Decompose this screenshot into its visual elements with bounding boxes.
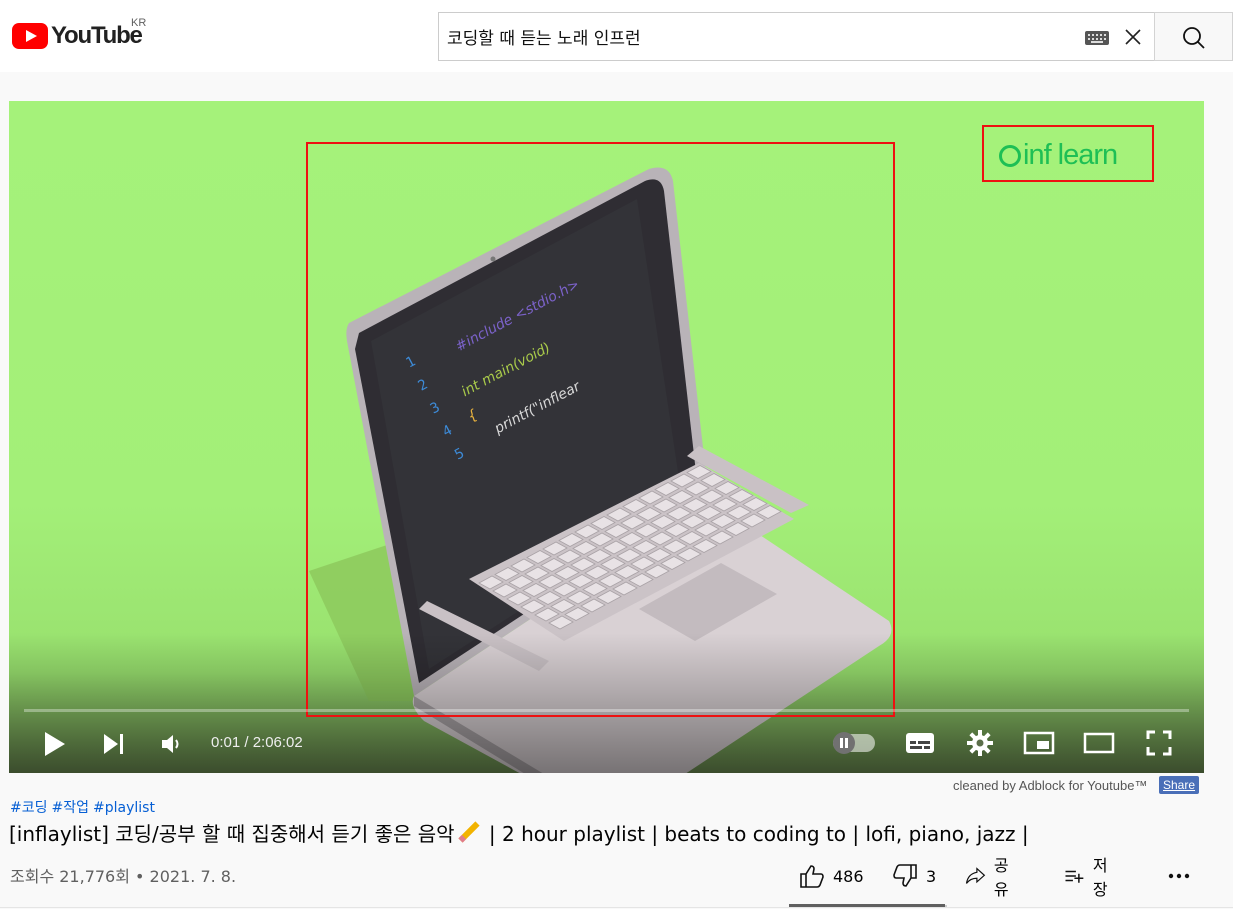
view-count-date: 조회수 21,776회 • 2021. 7. 8. [10, 867, 237, 886]
dislike-button[interactable]: 3 [892, 858, 936, 894]
theater-mode-icon[interactable] [1083, 732, 1115, 754]
save-button[interactable]: 저장 [1064, 856, 1115, 899]
youtube-logo[interactable]: YouTube [12, 22, 143, 50]
more-dots-icon [1168, 873, 1190, 879]
player-controls: 0:01 / 2:06:02 [9, 717, 1204, 769]
keyboard-icon[interactable] [1085, 31, 1109, 45]
divider [0, 907, 1233, 908]
video-title-part2: | 2 hour playlist | beats to coding to |… [482, 822, 1029, 846]
like-button[interactable]: 486 [799, 858, 864, 894]
hashtag-link[interactable]: #작업 [52, 800, 90, 816]
play-icon[interactable] [43, 731, 67, 757]
annotation-box-laptop [306, 142, 895, 717]
dislike-count: 3 [926, 866, 937, 886]
share-arrow-icon [965, 867, 986, 884]
search-input[interactable] [447, 13, 1067, 60]
autoplay-toggle[interactable] [833, 732, 875, 754]
search-button[interactable] [1154, 12, 1233, 61]
adblock-share-link[interactable]: Share [1159, 776, 1200, 794]
masthead: YouTube KR [0, 0, 1233, 72]
playlist-add-icon [1065, 870, 1084, 883]
share-button[interactable]: 공유 [965, 856, 1016, 899]
logo-text: YouTube [51, 22, 143, 49]
progress-bar[interactable] [24, 709, 1189, 712]
time-display: 0:01 / 2:06:02 [211, 734, 303, 751]
share-label: 공유 [993, 856, 1009, 899]
like-count: 486 [833, 866, 864, 886]
video-title-part1: [inflaylist] 코딩/공부 할 때 집중해서 듣기 좋은 음악 [9, 822, 455, 846]
clear-icon[interactable] [1121, 25, 1145, 49]
hashtags: #코딩 #작업 #playlist [10, 797, 159, 817]
thumbs-up-icon [800, 865, 824, 888]
annotation-box-logo [982, 125, 1154, 182]
subtitles-icon[interactable] [905, 731, 935, 755]
video-player[interactable]: 1 2 3 4 5 #include <stdio.h> int main(vo… [9, 101, 1204, 773]
volume-icon[interactable] [161, 733, 185, 755]
hashtag-link[interactable]: #코딩 [10, 800, 48, 816]
autoplay-pause-icon [833, 732, 855, 754]
miniplayer-icon[interactable] [1023, 731, 1055, 755]
more-actions-button[interactable] [1167, 858, 1191, 894]
thumbs-down-icon [893, 864, 917, 887]
video-title: [inflaylist] 코딩/공부 할 때 집중해서 듣기 좋은 음악 | 2… [9, 818, 1029, 847]
adblock-note: cleaned by Adblock for Youtube™ [953, 778, 1148, 793]
next-icon[interactable] [103, 733, 127, 755]
search-icon [1183, 27, 1205, 49]
search-box [438, 12, 1154, 61]
save-label: 저장 [1092, 856, 1108, 899]
fullscreen-icon[interactable] [1146, 730, 1172, 756]
pencil-emoji-icon [457, 821, 480, 843]
settings-gear-icon[interactable] [966, 729, 994, 757]
hashtag-link[interactable]: #playlist [93, 800, 155, 816]
youtube-play-icon [12, 23, 48, 49]
region-code: KR [131, 17, 147, 29]
